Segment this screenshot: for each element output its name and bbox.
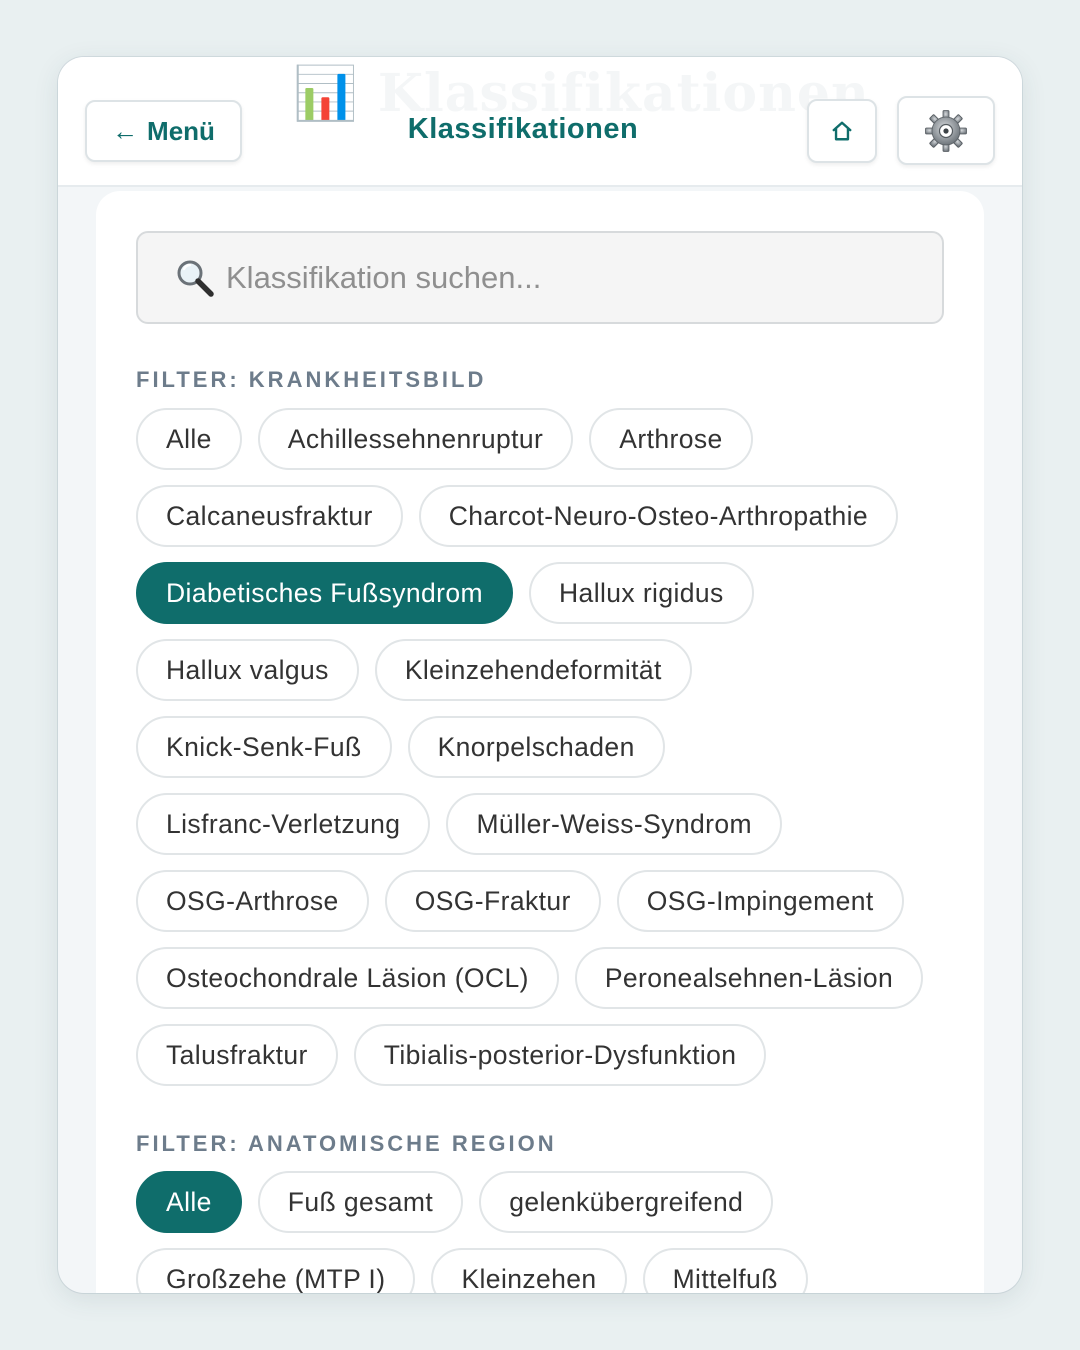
filter-chip-disease[interactable]: Knick-Senk-Fuß: [136, 716, 392, 778]
filter-chip-disease[interactable]: Alle: [136, 408, 242, 470]
filter-chip-disease[interactable]: Arthrose: [589, 408, 753, 470]
gear-icon: [924, 108, 968, 153]
filter-chip-disease[interactable]: OSG-Impingement: [616, 870, 904, 932]
classification-card: FILTER: KRANKHEITSBILD AlleAchillessehne…: [96, 191, 984, 1293]
filter-chip-disease[interactable]: Knorpelschaden: [407, 716, 665, 778]
filter-chip-disease[interactable]: OSG-Fraktur: [384, 870, 601, 932]
filter-chip-disease[interactable]: Müller-Weiss-Syndrom: [446, 793, 782, 855]
filter-region-chips: Alle Fuß gesamt gelenkübergreifend Großzehe…: [136, 1171, 946, 1293]
filter-chip-disease[interactable]: Tibialis-posterior-Dysfunktion: [353, 1024, 767, 1086]
filter-chip-region[interactable]: Großzehe (MTP I): [136, 1248, 416, 1293]
filter-chip-disease[interactable]: Charcot-Neuro-Osteo-Arthropathie: [418, 485, 899, 547]
filter-chip-disease[interactable]: Osteochondrale Läsion (OCL): [136, 947, 559, 1009]
filter-chip-disease[interactable]: Hallux rigidus: [529, 562, 754, 624]
filter-chip-disease[interactable]: Achillessehnenruptur: [257, 408, 574, 470]
settings-button[interactable]: [897, 96, 995, 165]
page-title: Klassifikationen: [407, 113, 639, 145]
filter-chip-disease[interactable]: Talusfraktur: [136, 1024, 338, 1086]
search-box[interactable]: [136, 231, 944, 324]
back-to-menu-button[interactable]: ← Menü: [85, 100, 242, 162]
filter-chip-disease[interactable]: Peronealsehnen-Läsion: [574, 947, 924, 1009]
filter-region-label: FILTER: ANATOMISCHE REGION: [136, 1131, 557, 1156]
home-icon: [832, 121, 852, 141]
filter-chip-region[interactable]: Kleinzehen: [431, 1248, 627, 1293]
filter-disease-label: FILTER: KRANKHEITSBILD: [136, 367, 487, 392]
filter-chip-disease[interactable]: OSG-Arthrose: [136, 870, 369, 932]
filter-chip-disease[interactable]: Calcaneusfraktur: [136, 485, 403, 547]
filter-chip-disease[interactable]: Lisfranc-Verletzung: [136, 793, 431, 855]
magnifier-icon: [177, 260, 214, 297]
home-button[interactable]: [807, 99, 877, 163]
filter-chip-region[interactable]: Alle: [136, 1171, 242, 1233]
filter-chip-region[interactable]: Fuß gesamt: [257, 1171, 464, 1233]
filter-chip-region[interactable]: gelenkübergreifend: [479, 1171, 774, 1233]
app-window: 📊 Klassifikationen ← Menü Klassifikation…: [58, 57, 1022, 1293]
filter-chip-disease[interactable]: Diabetisches Fußsyndrom: [136, 562, 514, 624]
filter-disease-chips: Alle Achillessehnenruptur Arthrose Calcaneu…: [136, 408, 946, 1086]
search-input[interactable]: [226, 259, 906, 296]
filter-chip-region[interactable]: Mittelfuß: [642, 1248, 808, 1293]
top-bar: 📊 Klassifikationen ← Menü Klassifikation…: [58, 57, 1022, 187]
filter-chip-disease[interactable]: Kleinzehendeformität: [374, 639, 692, 701]
filter-chip-disease[interactable]: Hallux valgus: [136, 639, 359, 701]
back-button-label: Menü: [147, 115, 215, 146]
arrow-left-icon: ←: [112, 115, 139, 146]
